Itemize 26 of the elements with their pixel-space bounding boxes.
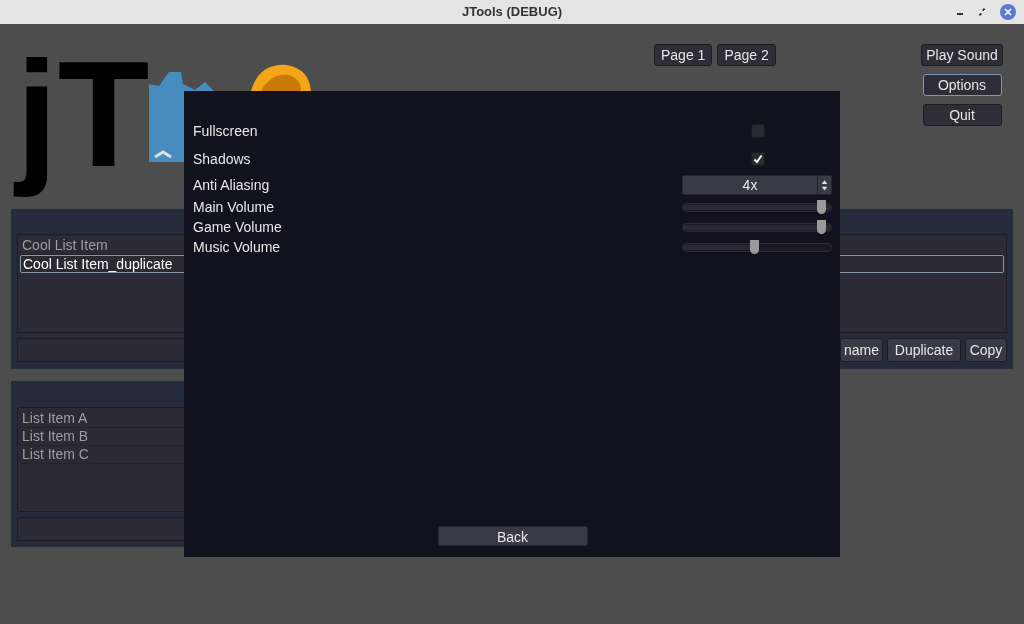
setting-label: Shadows xyxy=(193,149,251,169)
setting-label: Fullscreen xyxy=(193,121,258,141)
maximize-icon[interactable] xyxy=(978,8,986,16)
menu-button[interactable]: Quit xyxy=(922,104,1002,126)
setting-label: Music Volume xyxy=(193,237,281,257)
page-button[interactable]: Page 1 xyxy=(654,44,713,66)
setting-label: Game Volume xyxy=(193,217,282,237)
action-button[interactable]: name xyxy=(840,338,883,362)
action-button[interactable]: Copy xyxy=(965,338,1007,362)
slider-track[interactable] xyxy=(682,242,832,252)
slider-thumb[interactable] xyxy=(749,239,759,254)
menu-button[interactable]: Play Sound xyxy=(921,44,1003,66)
ring-icon xyxy=(249,63,312,91)
setting-label: Main Volume xyxy=(193,197,274,217)
menu-button[interactable]: Options xyxy=(922,74,1002,96)
window-title: JTools (DEBUG) xyxy=(461,3,563,22)
slider-thumb[interactable] xyxy=(817,199,826,214)
checkbox[interactable] xyxy=(750,124,765,138)
setting-label: Anti Aliasing xyxy=(193,175,270,195)
action-button[interactable]: Duplicate xyxy=(887,338,961,362)
checkbox[interactable] xyxy=(750,152,765,166)
dropdown[interactable]: 4x xyxy=(682,175,832,195)
page-button[interactable]: Page 2 xyxy=(717,44,776,66)
close-icon[interactable] xyxy=(1000,4,1016,20)
slider-thumb[interactable] xyxy=(817,219,826,234)
back-button[interactable]: Back xyxy=(437,526,588,546)
